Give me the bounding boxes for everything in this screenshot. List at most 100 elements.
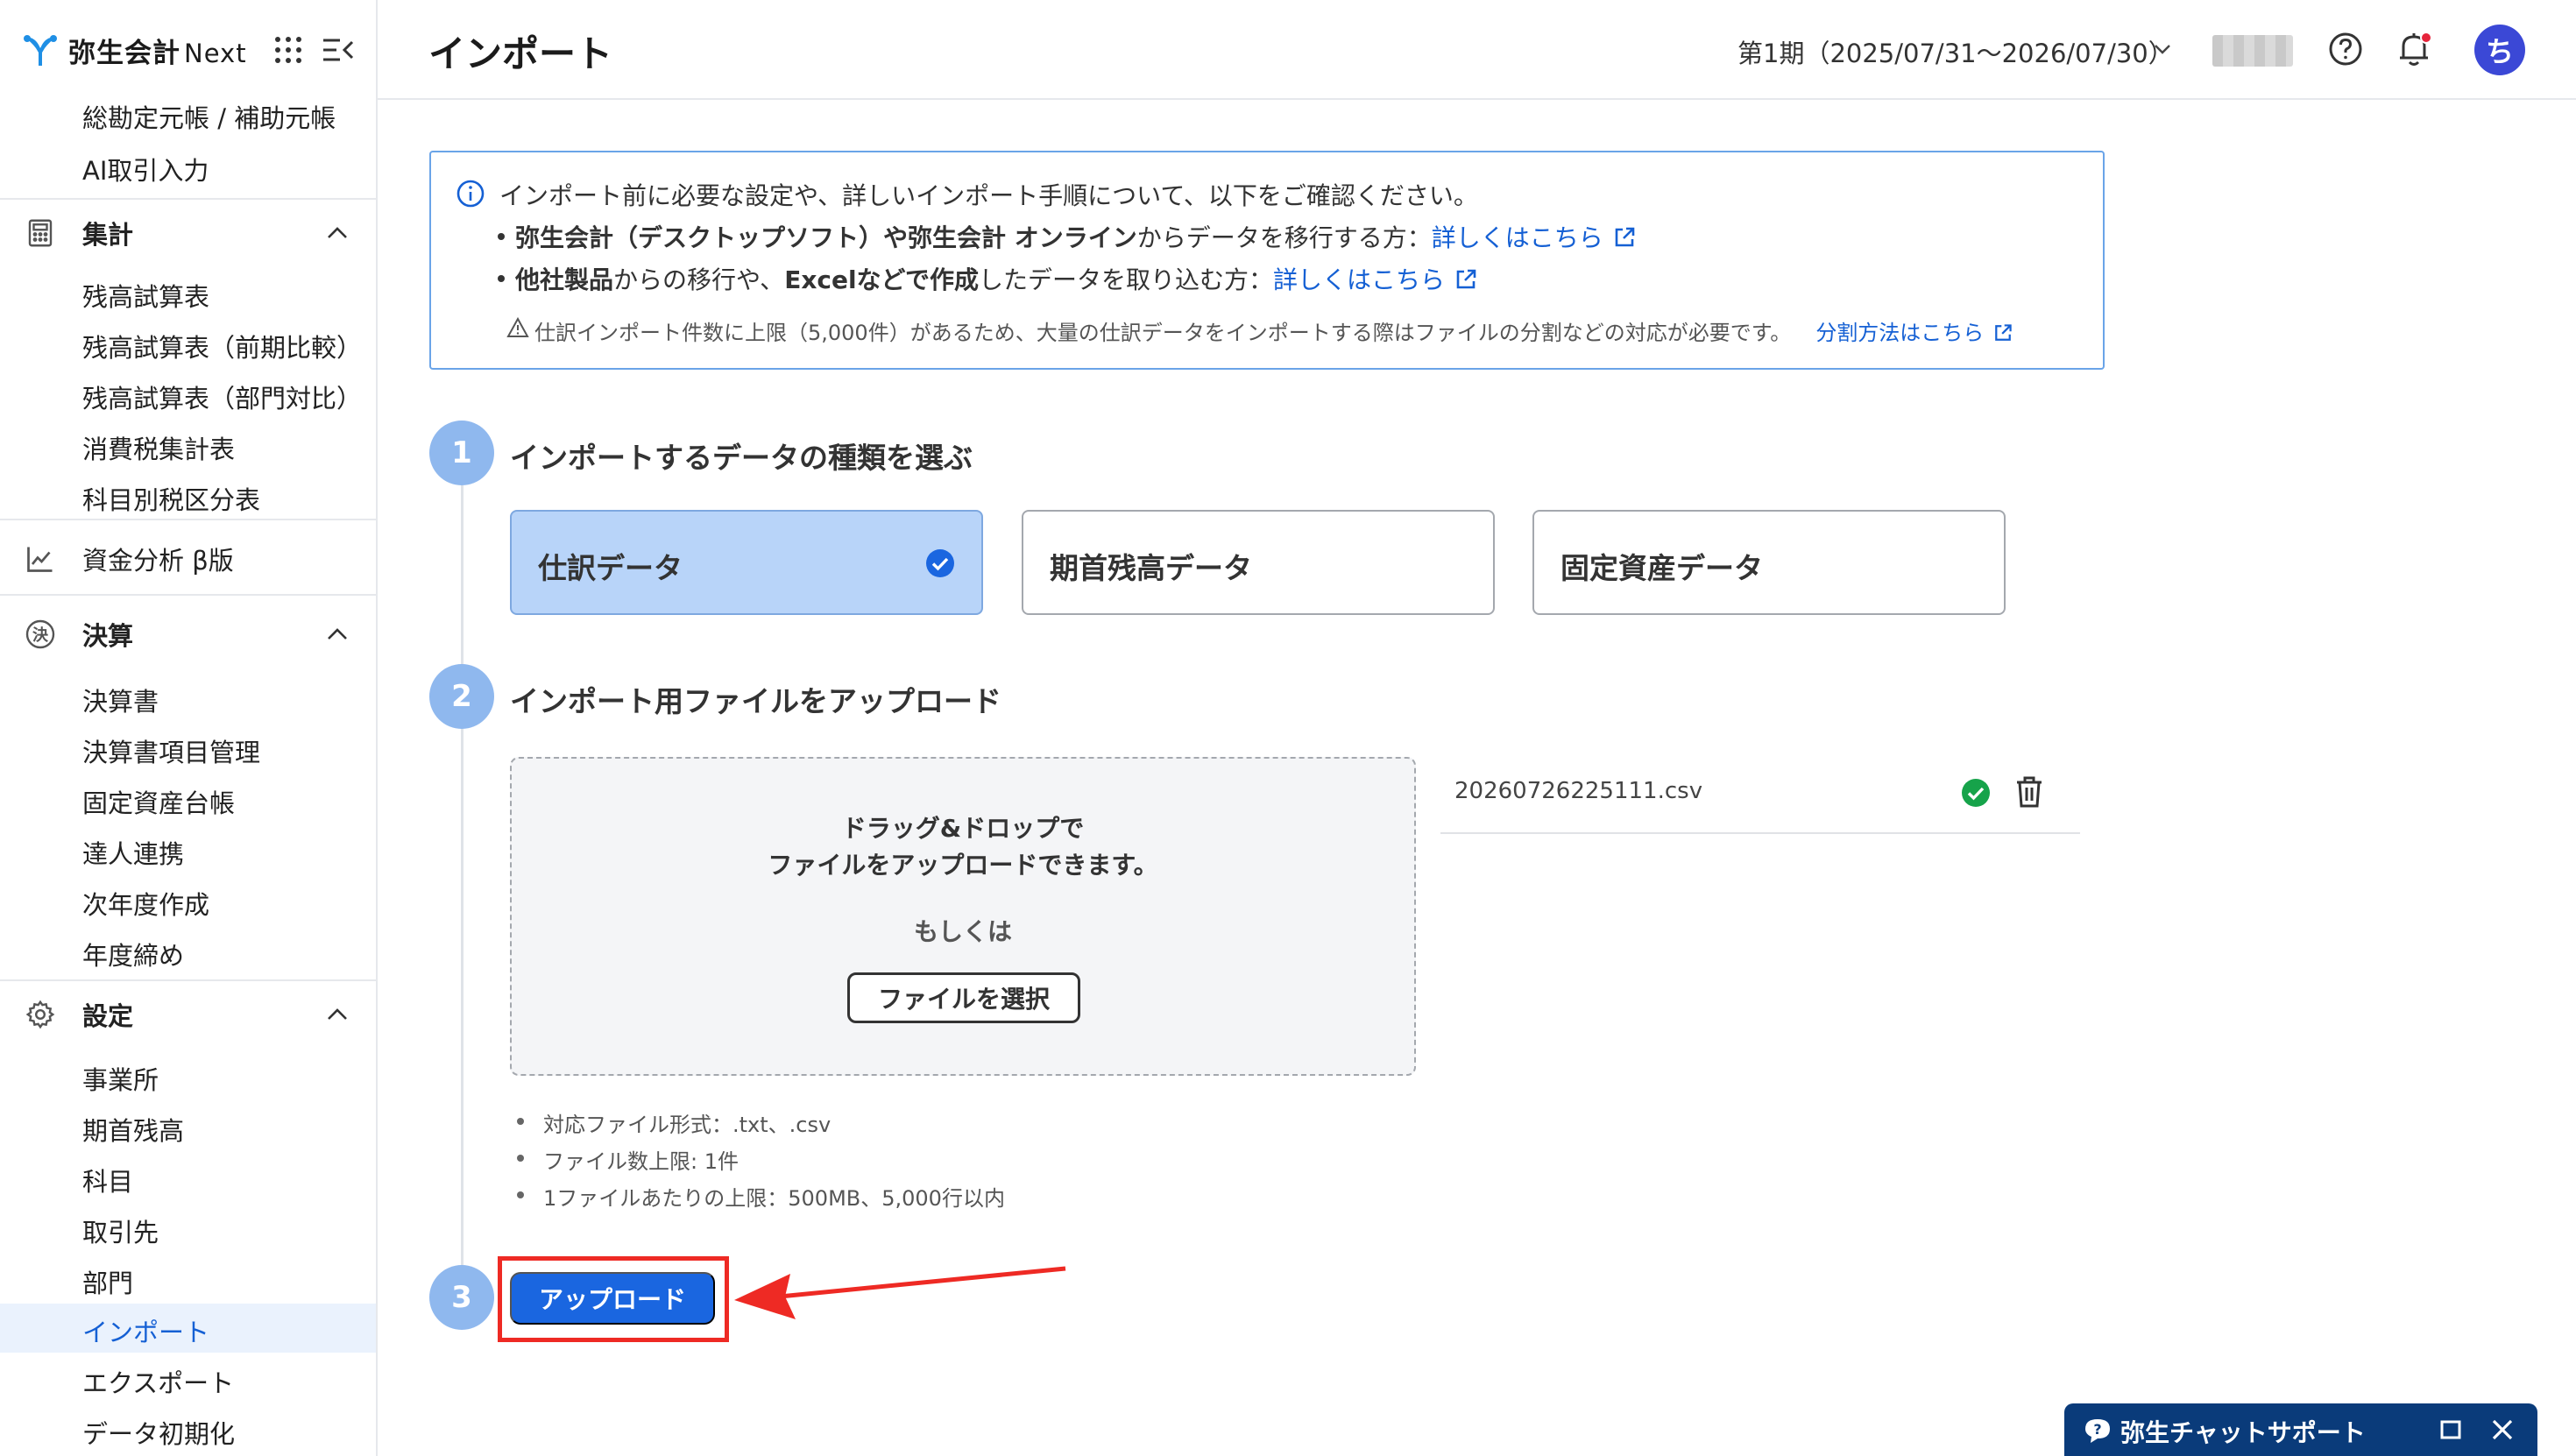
step-2-title: インポート用ファイルをアップロード [510,684,1001,718]
dropzone-text-1: ドラッグ&ドロップで [841,814,1085,843]
sidebar-collapse-icon[interactable] [321,35,356,65]
gear-icon [25,1000,55,1029]
sidebar-item-fixed-assets[interactable]: 固定資産台帳 [82,783,235,820]
select-file-button[interactable]: ファイルを選択 [847,972,1080,1023]
chat-support-bar[interactable]: ? 弥生チャットサポート [2064,1403,2537,1456]
sidebar-section-summary[interactable]: 集計 [0,200,376,266]
success-check-icon [1962,779,1990,807]
step-1-title: インポートするデータの種類を選ぶ [510,441,973,475]
sidebar-divider [0,594,376,596]
details-link[interactable]: 詳しくはこちら [1273,265,1445,294]
close-icon[interactable] [2490,1417,2515,1442]
requirement-file-count: ファイル数上限: 1件 [517,1144,739,1175]
chevron-up-icon [328,628,347,640]
sidebar-item-ai-entry[interactable]: AI取引入力 [82,151,209,187]
file-dropzone[interactable]: ドラッグ&ドロップで ファイルをアップロードできます。 もしくは ファイルを選択 [510,757,1416,1076]
info-bullet-bold: 他社製品 [515,265,614,294]
sidebar-item-accounts[interactable]: 科目 [82,1162,133,1198]
app-grid-icon[interactable] [273,35,303,65]
fiscal-period-selector[interactable]: 第1期（2025/07/31〜2026/07/30） [1737,33,2174,70]
sidebar-item-import[interactable]: インポート [82,1312,209,1349]
sidebar: 総勘定元帳 / 補助元帳 AI取引入力 集計 残高試算表 残高試算表（前期比較）… [0,0,378,1456]
sidebar-item-trial-balance-prev[interactable]: 残高試算表（前期比較） [82,328,362,364]
calculator-icon [28,219,53,247]
info-bullet-text: したデータを取り込む方： [979,265,1274,294]
info-bullet-text: からの移行や、 [613,265,785,294]
yayoi-logo-icon [24,35,57,66]
sidebar-item-departments[interactable]: 部門 [82,1263,133,1300]
sidebar-item-tax-category[interactable]: 科目別税区分表 [82,480,260,517]
import-limit-text: 仕訳インポート件数に上限（5,000件）があるため、大量の仕訳データをインポート… [534,321,1792,345]
external-link-icon[interactable] [1454,267,1478,292]
sidebar-header: 弥生会計 Next [0,0,376,100]
sidebar-item-office[interactable]: 事業所 [82,1060,159,1097]
info-bullet-bold: 弥生会計（デスクトップソフト）や弥生会計 オンライン [515,223,1137,252]
data-type-fixed-asset-card[interactable]: 固定資産データ [1532,510,2006,615]
dropzone-or-text: もしくは [913,917,1012,946]
step-number-2: 2 [429,664,494,729]
step-number-3: 3 [429,1265,494,1330]
svg-text:?: ? [2093,1421,2101,1438]
requirement-file-format: 対応ファイル形式：.txt、.csv [516,1107,831,1138]
sidebar-item-export[interactable]: エクスポート [82,1363,234,1400]
notification-dot [2420,32,2432,44]
warning-icon [506,317,529,337]
dropzone-text-2: ファイルをアップロードできます。 [768,851,1158,880]
sidebar-item-partners[interactable]: 取引先 [82,1212,159,1249]
maximize-icon[interactable] [2439,1419,2462,1440]
sidebar-section-settlement[interactable]: 決 決算 [0,601,376,668]
trash-icon[interactable] [2013,774,2045,809]
svg-text:決: 決 [32,626,49,645]
sidebar-section-label: 資金分析 β版 [82,546,234,576]
top-header: インポート 第1期（2025/07/31〜2026/07/30） ち [378,0,2576,100]
data-type-label: 期首残高データ [1050,551,1252,585]
check-circle-icon [926,549,954,577]
sidebar-item-financial-statements[interactable]: 決算書 [82,682,159,718]
split-method-link[interactable]: 分割方法はこちら [1815,321,1984,345]
sidebar-item-tatsujin[interactable]: 達人連携 [82,834,184,871]
app-logo-text[interactable]: 弥生会計 Next [68,31,247,70]
sidebar-item-trial-balance[interactable]: 残高試算表 [82,277,209,314]
office-name-blurred[interactable] [2212,35,2293,67]
uploaded-file-name: 20260726225111.csv [1454,778,1703,804]
sidebar-item-trial-balance-dept[interactable]: 残高試算表（部門対比） [82,378,362,415]
uploaded-file-row: 20260726225111.csv [1440,766,2080,834]
step-number-1: 1 [429,421,494,485]
info-bullet-other-products: 他社製品からの移行や、Excelなどで作成したデータを取り込む方：詳しくはこちら [497,261,1478,296]
data-type-journal-card[interactable]: 仕訳データ [510,510,983,615]
sidebar-section-fund-analysis[interactable]: 資金分析 β版 [0,526,376,592]
import-limit-note: 仕訳インポート件数に上限（5,000件）があるため、大量の仕訳データをインポート… [534,315,2013,346]
external-link-icon[interactable] [1992,322,2013,343]
chevron-up-icon [328,227,347,238]
data-type-opening-balance-card[interactable]: 期首残高データ [1022,510,1495,615]
chevron-down-icon[interactable] [2153,42,2172,56]
sidebar-section-settings[interactable]: 設定 [0,981,376,1048]
chat-support-label: 弥生チャットサポート [2120,1418,2366,1447]
sidebar-item-year-close[interactable]: 年度締め [82,936,184,972]
sidebar-item-opening-balance[interactable]: 期首残高 [82,1111,184,1148]
details-link[interactable]: 詳しくはこちら [1432,223,1603,252]
help-icon[interactable] [2328,32,2363,67]
settlement-icon: 決 [25,619,55,649]
chat-help-icon: ? [2085,1419,2110,1443]
step-connector-line [461,485,464,1274]
info-intro-text: インポート前に必要な設定や、詳しいインポート手順について、以下をご確認ください。 [499,181,1478,210]
sidebar-item-consumption-tax[interactable]: 消費税集計表 [82,429,235,466]
sidebar-section-label: 決算 [82,621,134,651]
sidebar-item-data-reset[interactable]: データ初期化 [82,1414,235,1451]
user-avatar[interactable]: ち [2474,25,2525,75]
sidebar-section-label: 設定 [82,1001,134,1031]
data-type-label: 仕訳データ [538,551,683,585]
chart-line-icon [27,547,53,572]
info-bullet-text: からデータを移行する方： [1136,223,1432,252]
sidebar-item-general-ledger[interactable]: 総勘定元帳 / 補助元帳 [82,98,336,135]
sidebar-divider [0,519,376,520]
external-link-icon[interactable] [1612,225,1637,250]
chevron-up-icon [328,1008,347,1020]
upload-button[interactable]: アップロード [510,1272,715,1325]
page-title: インポート [428,32,613,75]
info-icon [456,180,485,208]
logo-main-text: 弥生会計 [68,37,180,69]
sidebar-item-statement-items[interactable]: 決算書項目管理 [82,732,260,769]
sidebar-item-next-year[interactable]: 次年度作成 [82,885,209,922]
